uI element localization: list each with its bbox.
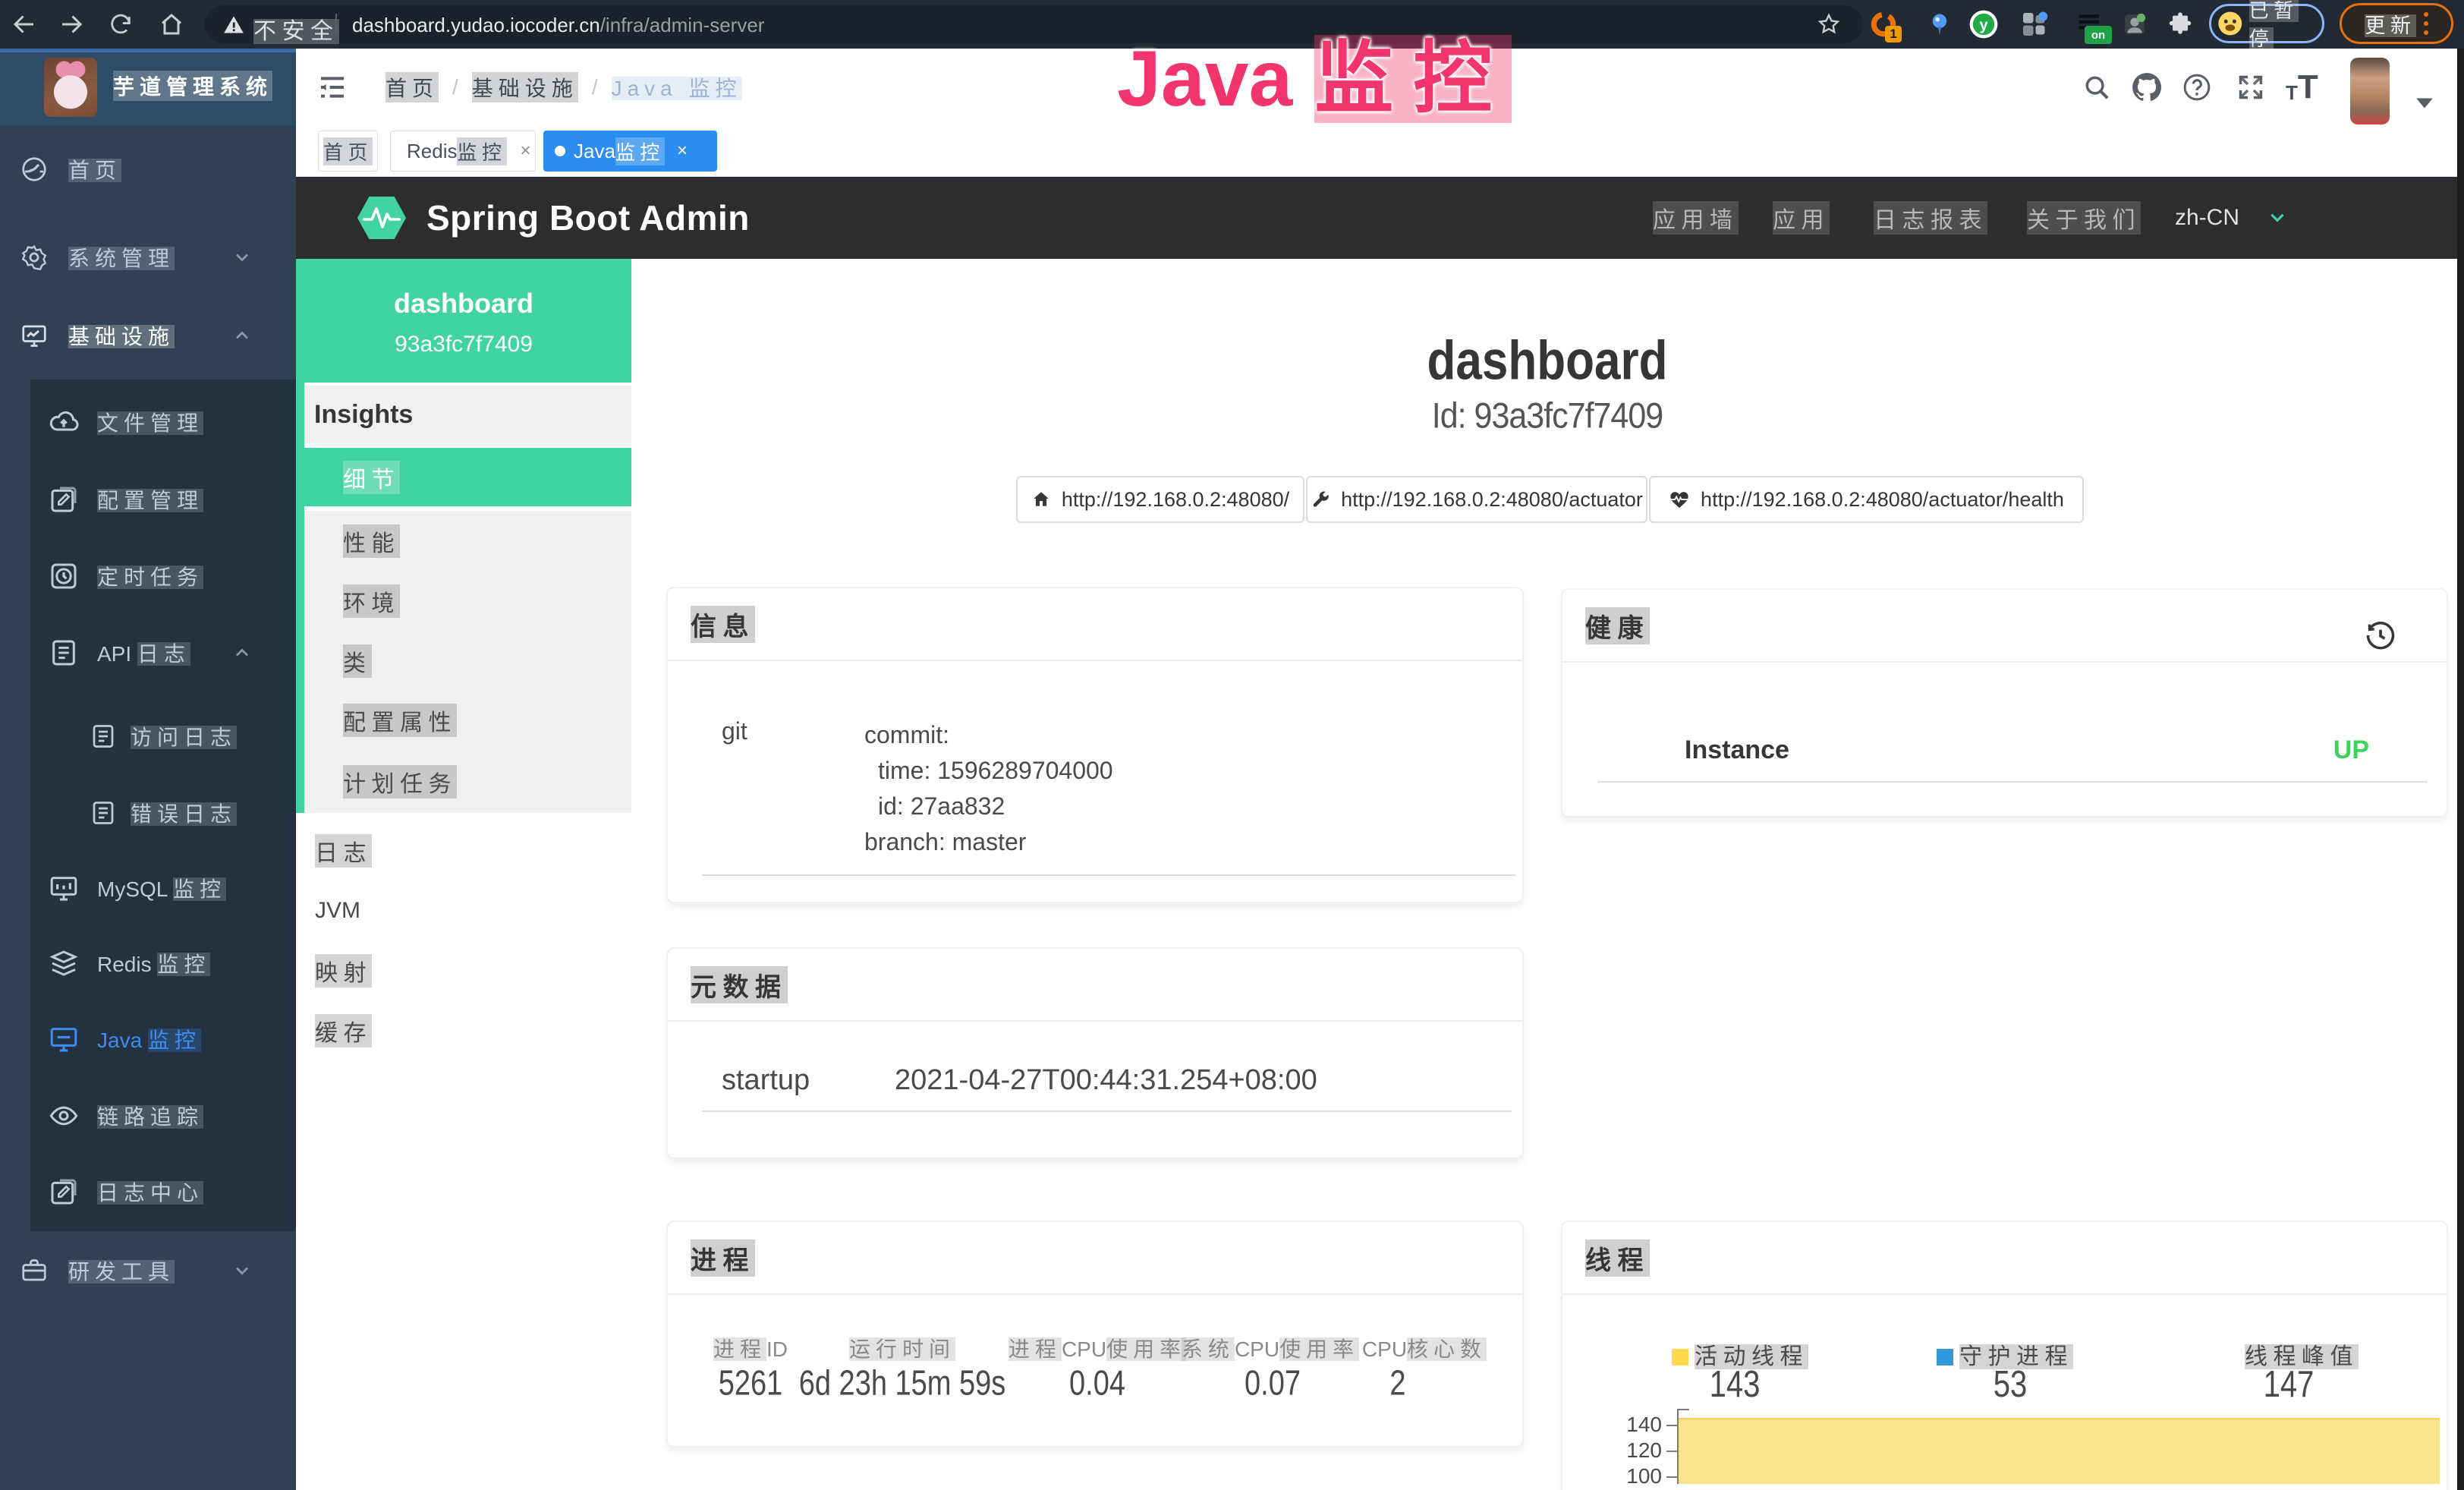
- svg-text:y: y: [1979, 17, 1988, 34]
